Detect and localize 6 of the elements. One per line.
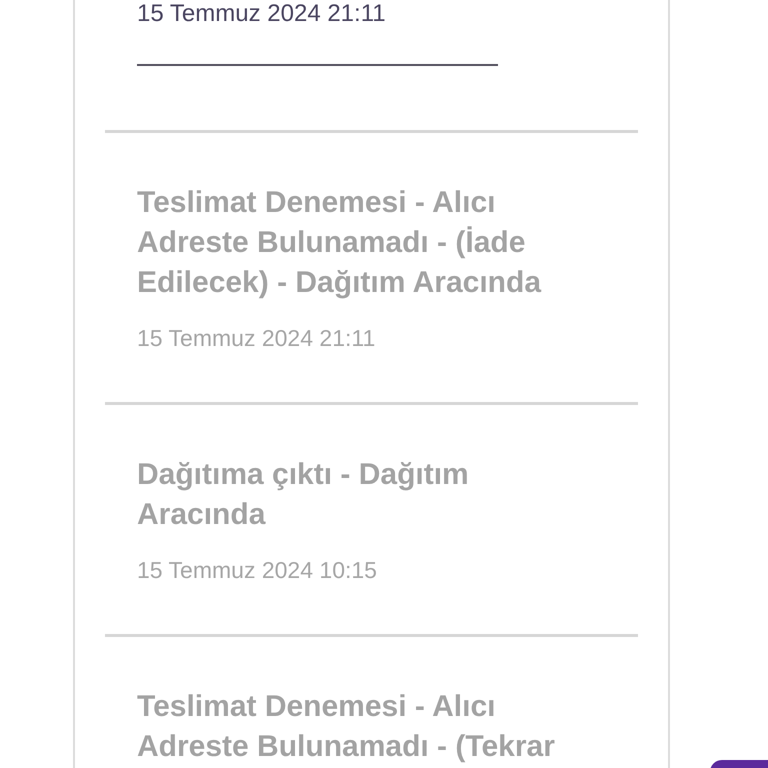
- event-title: Dağıtıma çıktı - Dağıtım Aracında: [137, 457, 470, 533]
- event-date: 15 Temmuz 2024 10:15: [137, 557, 378, 584]
- event-title: Teslimat Denemesi - Alıcı Adreste Bulunamadı - (Tekrar: [137, 689, 556, 765]
- event-date: 15 Temmuz 2024 21:11: [137, 325, 376, 352]
- event-title: Teslimat Denemesi - Alıcı Adreste Bulunamadı - (İade Edilecek) - Dağıtım Aracında: [137, 185, 542, 301]
- event-date: 15 Temmuz 2024 21:11: [137, 0, 387, 28]
